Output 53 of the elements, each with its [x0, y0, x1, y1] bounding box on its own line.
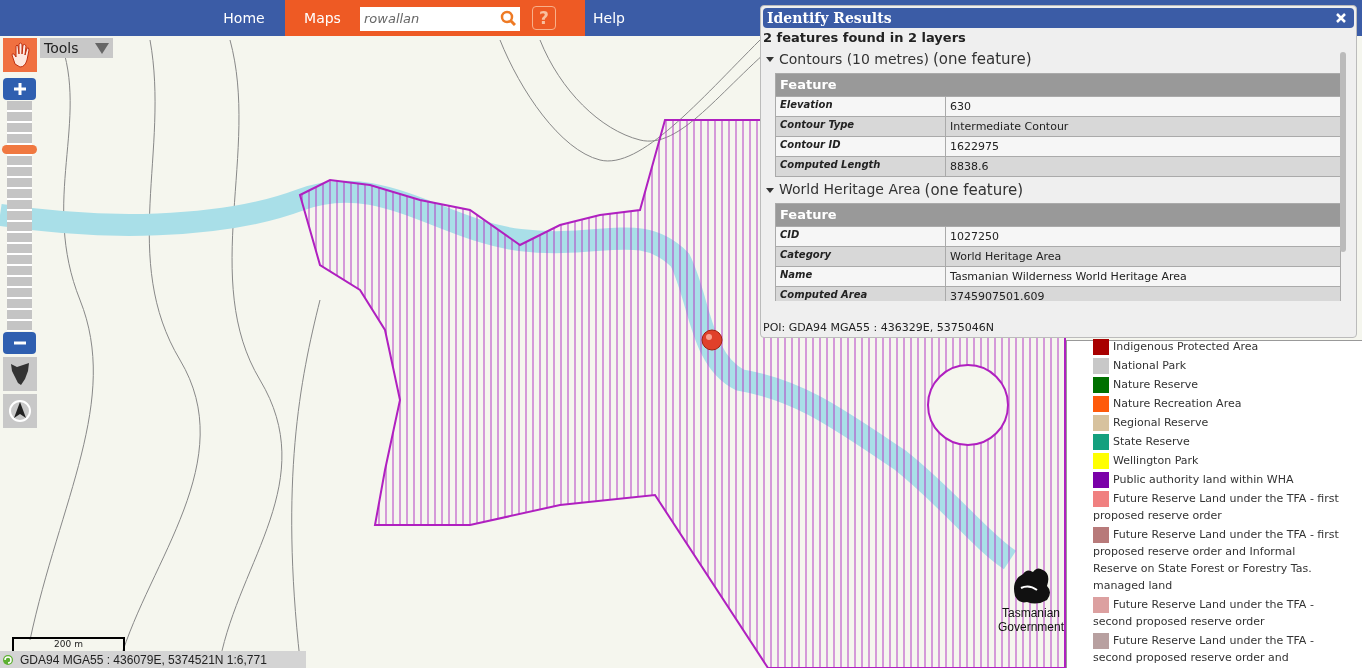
table-cell: Computed Length: [776, 156, 946, 176]
table-cell-text: 1622975: [949, 138, 1000, 155]
refresh-icon[interactable]: [2, 653, 14, 666]
feature-count: (one feature): [932, 49, 1032, 70]
legend-label: Future Reserve Land under the TFA - second proposed reserve order and: [1093, 634, 1314, 664]
layer-name: World Heritage Area: [779, 180, 921, 200]
zoom-slider-thumb[interactable]: [2, 145, 37, 154]
table-header: Feature: [776, 204, 1340, 226]
table-cell-text: Tasmanian Wilderness World Heritage Area: [949, 269, 1188, 285]
legend-label: Future Reserve Land under the TFA - second proposed reserve order: [1093, 598, 1314, 628]
table-cell-text: 3745907501.609: [949, 289, 1046, 301]
table-cell-text: Intermediate Contour: [949, 118, 1070, 135]
table-cell: Elevation: [776, 96, 946, 116]
legend-label: Nature Recreation Area: [1113, 397, 1242, 410]
island-map-icon[interactable]: [9, 361, 31, 387]
plus-icon[interactable]: [12, 82, 27, 96]
zoom-slider[interactable]: [2, 101, 37, 331]
zoom-out-button[interactable]: [3, 332, 36, 354]
legend-label: Public authority land within WHA: [1113, 473, 1294, 486]
feature-count: (one feature): [924, 179, 1024, 201]
zoom-in-button[interactable]: [3, 78, 36, 100]
scale-label: 200 m: [54, 639, 83, 651]
table-cell-text: 8838.6: [949, 158, 990, 175]
tools-dropdown[interactable]: Tools: [40, 38, 113, 58]
help-link[interactable]: Help: [593, 7, 625, 29]
legend-label: National Park: [1113, 359, 1187, 372]
legend-label: Regional Reserve: [1113, 416, 1209, 429]
logo-text: Tasmanian Government: [997, 606, 1065, 634]
search-icon[interactable]: [500, 10, 516, 26]
table-cell: Computed Area: [776, 287, 946, 301]
scrollbar[interactable]: [1340, 52, 1346, 252]
legend-label: Nature Reserve: [1113, 378, 1198, 391]
nav-tab[interactable]: Maps: [285, 0, 360, 36]
full-extent-button[interactable]: [3, 357, 37, 391]
layer-name: Contours (10 metres): [779, 49, 929, 69]
identify-summary: 2 features found in 2 layers: [762, 30, 967, 46]
poi-coordinates: POI: GDA94 MGA55 : 436329E, 5375046N: [763, 319, 994, 336]
table-header: Feature: [776, 73, 1340, 96]
table-cell: Contour ID: [776, 136, 946, 156]
table-cell-text: 1027250: [949, 229, 1000, 245]
table-cell: Contour Type: [776, 116, 946, 136]
map-coordinates: GDA94 MGA55 : 436079E, 5374521N 1:6,771: [20, 651, 267, 668]
legend-label: State Reserve: [1113, 435, 1190, 448]
close-icon[interactable]: [1336, 13, 1346, 23]
legend-label: Future Reserve Land under the TFA - first proposed reserve order and Informal Reserve on State Forest or Forestry Tas. managed land: [1093, 528, 1339, 592]
identify-title: Identify Results: [767, 8, 892, 28]
search-field[interactable]: rowallan: [360, 6, 520, 31]
legend-label: Wellington Park: [1113, 454, 1199, 467]
legend-label: Indigenous Protected Area: [1113, 340, 1259, 353]
map-pin-icon: [701, 329, 723, 351]
table-cell-text: 630: [949, 98, 972, 115]
table-cell-text: World Heritage Area: [949, 249, 1063, 265]
legend-label: Future Reserve Land under the TFA - first proposed reserve order: [1093, 492, 1339, 522]
